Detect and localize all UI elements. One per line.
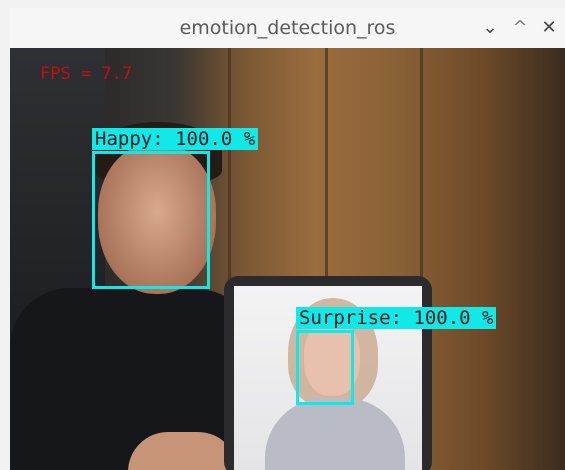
camera-feed: FPS = 7.7 Happy: 100.0 % Surprise: 100.0…	[10, 48, 565, 470]
detection-box-face-2	[296, 330, 354, 405]
maximize-button[interactable]: ^	[509, 17, 531, 39]
detection-label-face-2: Surprise: 100.0 %	[296, 307, 497, 329]
close-button[interactable]: ✕	[538, 17, 560, 39]
detection-label-face-1: Happy: 100.0 %	[92, 128, 259, 150]
detection-box-face-1	[92, 151, 210, 289]
app-window: emotion_detection_ros ⌄ ^ ✕ FPS = 7.7 Ha…	[10, 8, 565, 470]
minimize-button[interactable]: ⌄	[479, 17, 501, 39]
fps-counter: FPS = 7.7	[40, 64, 133, 84]
title-bar[interactable]: emotion_detection_ros ⌄ ^ ✕	[10, 8, 565, 49]
